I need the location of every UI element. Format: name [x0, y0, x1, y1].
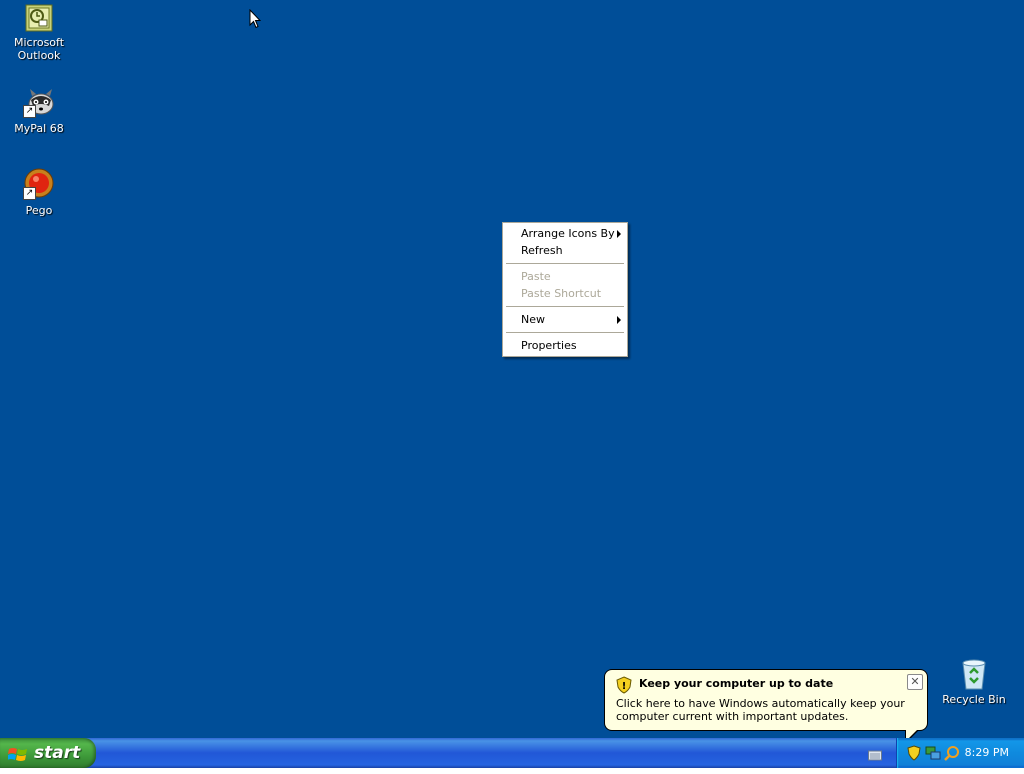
submenu-arrow-icon	[617, 316, 621, 324]
menu-item-label: Properties	[521, 339, 577, 352]
security-shield-icon[interactable]	[906, 745, 922, 761]
shortcut-arrow-icon: ↗	[23, 105, 36, 118]
keyboard-icon[interactable]	[868, 746, 882, 765]
raccoon-icon: ↗	[23, 86, 55, 118]
desktop-context-menu: Arrange Icons By Refresh Paste Paste Sho…	[502, 222, 628, 357]
desktop-icon-pego[interactable]: ↗ Pego	[1, 168, 77, 217]
balloon-tail-fill	[906, 729, 918, 738]
menu-item-refresh[interactable]: Refresh	[503, 242, 627, 259]
menu-item-label: Paste Shortcut	[521, 287, 602, 300]
taskbar-clock[interactable]: 8:29 PM	[965, 738, 1009, 768]
menu-item-arrange-icons-by[interactable]: Arrange Icons By	[503, 225, 627, 242]
system-tray: 8:29 PM	[896, 738, 1024, 768]
balloon-message: Click here to have Windows automatically…	[616, 697, 905, 723]
menu-item-properties[interactable]: Properties	[503, 337, 627, 354]
menu-separator	[506, 306, 624, 307]
balloon-title: Keep your computer up to date	[639, 677, 834, 690]
start-label: start	[34, 743, 81, 763]
recycle-bin-icon	[958, 657, 990, 690]
windows-logo-icon	[7, 744, 28, 774]
desktop-icon-outlook[interactable]: Microsoft Outlook	[1, 4, 77, 62]
mouse-cursor-icon	[249, 8, 262, 33]
desktop-icon-label: Outlook	[17, 49, 61, 62]
menu-item-new[interactable]: New	[503, 311, 627, 328]
start-button[interactable]: start	[0, 738, 96, 768]
menu-item-label: Arrange Icons By	[521, 227, 615, 240]
desktop[interactable]: Microsoft Outlook ↗ MyPal 68 ↗ Pego Recy…	[0, 0, 1024, 738]
menu-separator	[506, 263, 624, 264]
submenu-arrow-icon	[617, 230, 621, 238]
shield-icon: !	[616, 676, 632, 697]
menu-item-paste-shortcut: Paste Shortcut	[503, 285, 627, 302]
desktop-icon-mypal[interactable]: ↗ MyPal 68	[1, 86, 77, 135]
network-icon[interactable]	[925, 745, 941, 761]
svg-text:!: !	[622, 681, 627, 692]
balloon-close-button[interactable]: ✕	[907, 674, 923, 690]
search-icon[interactable]	[944, 745, 960, 761]
desktop-icon-label: Microsoft	[13, 36, 65, 49]
menu-separator	[506, 332, 624, 333]
update-notification-balloon[interactable]: ! Keep your computer up to date ✕ Click …	[604, 669, 928, 738]
desktop-icon-recycle-bin[interactable]: Recycle Bin	[936, 657, 1012, 706]
desktop-icon-label: Pego	[25, 204, 53, 217]
menu-item-label: Paste	[521, 270, 551, 283]
menu-item-paste: Paste	[503, 268, 627, 285]
shortcut-arrow-icon: ↗	[23, 187, 36, 200]
outlook-icon	[25, 4, 53, 32]
desktop-icon-label: MyPal 68	[14, 122, 64, 135]
desktop-icon-label: Recycle Bin	[942, 693, 1006, 706]
pego-icon: ↗	[23, 168, 55, 200]
menu-item-label: Refresh	[521, 244, 563, 257]
menu-item-label: New	[521, 313, 545, 326]
